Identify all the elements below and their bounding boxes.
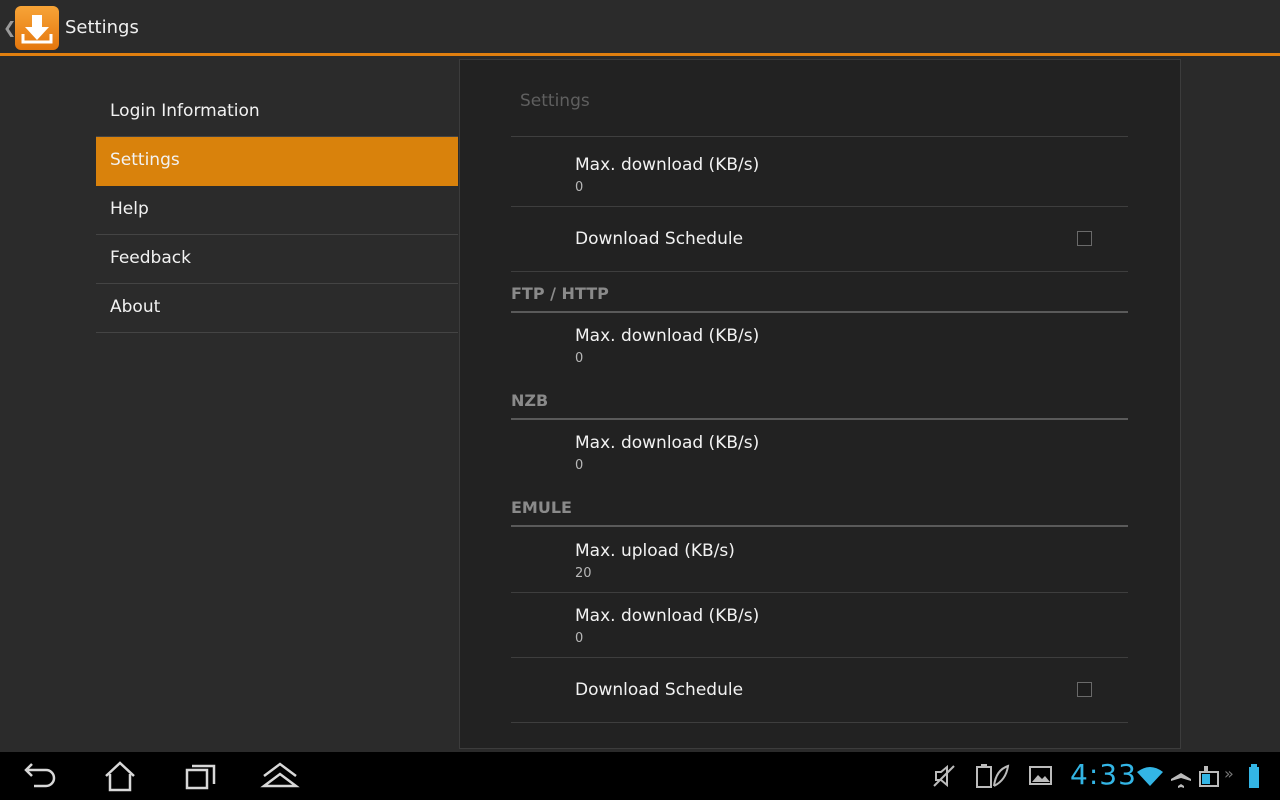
status-clock: 4:33 <box>1070 758 1137 791</box>
dock-battery-icon <box>1196 762 1222 794</box>
pref-title: Max. download (KB/s) <box>575 433 760 453</box>
menu-up-icon[interactable] <box>256 760 304 792</box>
back-icon[interactable] <box>16 760 64 792</box>
pref-title: Max. upload (KB/s) <box>575 541 735 561</box>
pref-title: Download Schedule <box>575 229 744 249</box>
pref-download-schedule[interactable]: Download Schedule <box>511 206 1128 272</box>
pref-summary: 0 <box>575 180 584 195</box>
sidebar: Login Information Settings Help Feedback… <box>96 88 458 333</box>
pref-emule-max-upload[interactable]: Max. upload (KB/s) 20 <box>511 527 1128 593</box>
category-ftp-http: FTP / HTTP <box>511 279 1128 313</box>
action-bar: ❮ Settings <box>0 0 1280 56</box>
system-navigation-bar: 4:33 » <box>0 752 1280 800</box>
sidebar-item-settings[interactable]: Settings <box>96 137 458 186</box>
settings-panel: Settings Max. download (KB/s) 0 Download… <box>459 59 1181 749</box>
divider <box>511 136 1128 137</box>
pref-summary: 20 <box>575 566 592 581</box>
sidebar-item-label: Settings <box>110 150 180 170</box>
pref-ftp-max-download[interactable]: Max. download (KB/s) 0 <box>511 313 1128 373</box>
panel-title: Settings <box>520 91 590 111</box>
battery-icon <box>1246 762 1266 794</box>
sidebar-item-feedback[interactable]: Feedback <box>96 235 458 284</box>
wifi-icon <box>1135 762 1165 794</box>
pref-title: Max. download (KB/s) <box>575 155 760 175</box>
pref-emule-max-download[interactable]: Max. download (KB/s) 0 <box>511 592 1128 658</box>
category-label: FTP / HTTP <box>511 284 609 303</box>
sidebar-item-about[interactable]: About <box>96 284 458 333</box>
sidebar-item-login-information[interactable]: Login Information <box>96 88 458 137</box>
pref-emule-download-schedule[interactable]: Download Schedule <box>511 657 1128 723</box>
pref-summary: 0 <box>575 631 584 646</box>
pref-max-download[interactable]: Max. download (KB/s) 0 <box>511 141 1128 207</box>
emule-download-schedule-checkbox[interactable] <box>1077 682 1092 697</box>
category-label: NZB <box>511 391 549 410</box>
sidebar-item-label: Help <box>110 199 149 219</box>
download-schedule-checkbox[interactable] <box>1077 231 1092 246</box>
home-icon[interactable] <box>96 760 144 792</box>
mute-icon <box>930 762 958 794</box>
double-chevron-icon: » <box>1224 764 1234 783</box>
category-nzb: NZB <box>511 386 1128 420</box>
category-label: EMULE <box>511 498 572 517</box>
airplane-mode-icon <box>1168 762 1194 794</box>
page-title: Settings <box>65 17 139 38</box>
pref-summary: 0 <box>575 351 584 366</box>
pref-title: Max. download (KB/s) <box>575 326 760 346</box>
pref-title: Max. download (KB/s) <box>575 606 760 626</box>
category-emule: EMULE <box>511 493 1128 527</box>
sidebar-item-label: About <box>110 297 161 317</box>
sidebar-item-help[interactable]: Help <box>96 186 458 235</box>
pref-title: Download Schedule <box>575 680 744 700</box>
sidebar-item-label: Feedback <box>110 248 191 268</box>
battery-saver-icon <box>974 762 1010 794</box>
pref-summary: 0 <box>575 458 584 473</box>
pref-nzb-max-download[interactable]: Max. download (KB/s) 0 <box>511 420 1128 480</box>
recent-apps-icon[interactable] <box>176 760 224 792</box>
app-download-icon[interactable] <box>15 6 59 50</box>
picture-icon <box>1027 762 1055 794</box>
sidebar-item-label: Login Information <box>110 101 260 121</box>
